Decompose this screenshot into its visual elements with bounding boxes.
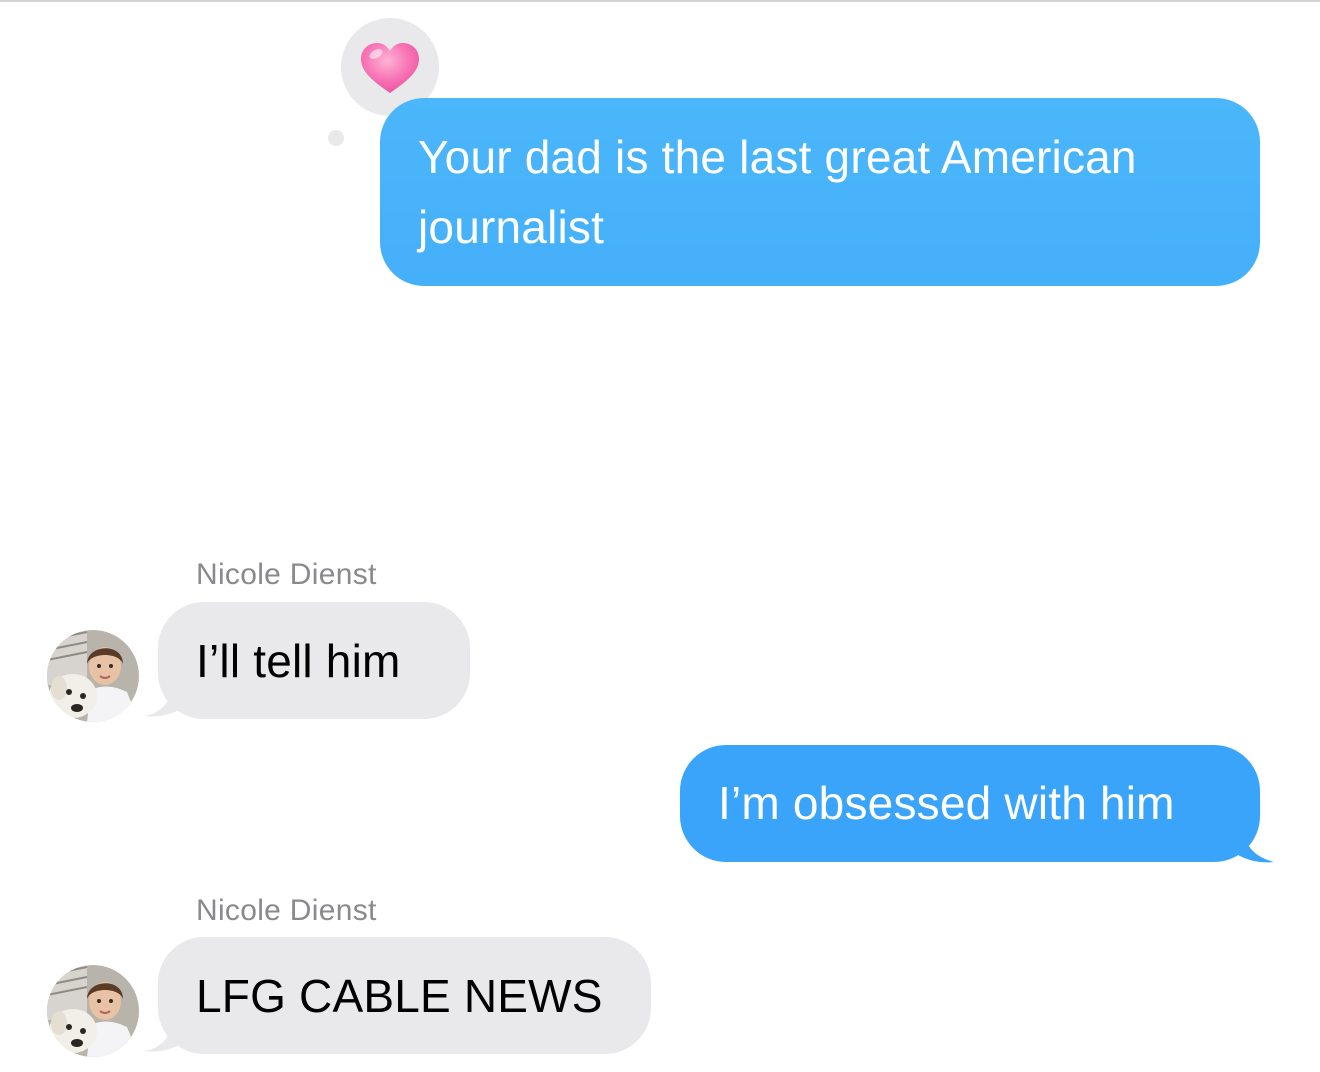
reaction-trail-dot (328, 130, 344, 146)
message-text: Your dad is the last great American jour… (418, 131, 1137, 253)
message-text: LFG CABLE NEWS (196, 970, 603, 1022)
top-divider (0, 0, 1320, 2)
contact-photo-avatar (47, 965, 139, 1057)
message-thread: Your dad is the last great American jour… (0, 0, 1320, 1072)
contact-photo-avatar (47, 630, 139, 722)
contact-avatar[interactable] (47, 965, 139, 1057)
incoming-message-bubble[interactable]: LFG CABLE NEWS (158, 937, 651, 1054)
sender-name: Nicole Dienst (196, 558, 377, 591)
contact-avatar[interactable] (47, 630, 139, 722)
sender-name: Nicole Dienst (196, 894, 377, 927)
incoming-message-bubble[interactable]: I’ll tell him (158, 602, 470, 719)
message-text: I’ll tell him (196, 635, 401, 687)
outgoing-message-bubble[interactable]: I’m obsessed with him (680, 745, 1260, 862)
outgoing-message-bubble[interactable]: Your dad is the last great American jour… (380, 98, 1260, 286)
message-text: I’m obsessed with him (718, 777, 1175, 829)
